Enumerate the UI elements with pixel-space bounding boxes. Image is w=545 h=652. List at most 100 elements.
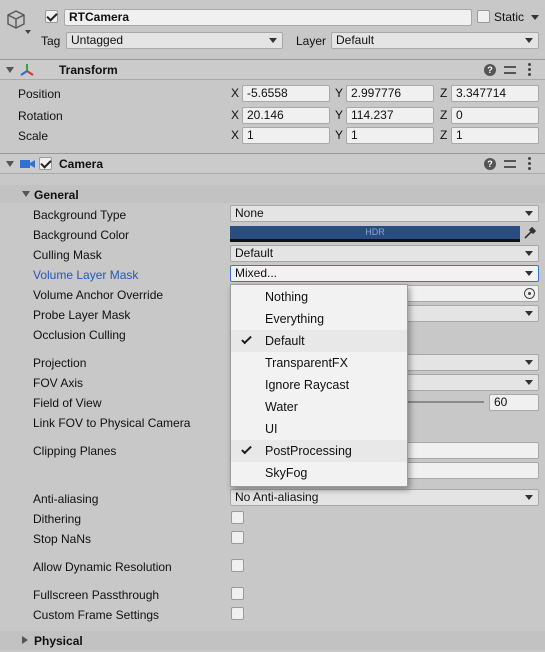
general-section-label: General (34, 188, 79, 202)
presets-icon[interactable] (504, 158, 516, 170)
scale-x-field[interactable]: 1 (242, 127, 330, 144)
scale-z-field[interactable]: 1 (451, 127, 539, 144)
menu-item-label: Ignore Raycast (265, 378, 350, 392)
anti-aliasing-value: No Anti-aliasing (235, 490, 319, 504)
rotation-y-field[interactable]: 114.237 (346, 107, 434, 124)
tag-label: Tag (41, 34, 61, 48)
menu-item-label: Nothing (265, 290, 309, 304)
chevron-down-icon (525, 211, 533, 216)
custom-frame-settings-label: Custom Frame Settings (33, 608, 160, 622)
object-name-field[interactable]: RTCamera (64, 9, 472, 26)
menu-item-nothing[interactable]: Nothing (231, 286, 407, 308)
kebab-menu-icon[interactable] (528, 63, 531, 78)
tag-value: Untagged (71, 33, 124, 47)
axis-z-label: Z (440, 108, 448, 122)
culling-mask-dropdown[interactable]: Default (230, 245, 539, 262)
axis-y-label: Y (335, 86, 344, 100)
eyedropper-icon[interactable] (523, 226, 537, 240)
object-picker-icon[interactable] (524, 288, 535, 299)
rotation-z-field[interactable]: 0 (451, 107, 539, 124)
background-type-value: None (235, 206, 264, 220)
general-section-bar[interactable] (0, 185, 545, 203)
axis-x-label: X (231, 108, 240, 122)
layer-value: Default (336, 33, 375, 47)
dithering-checkbox[interactable] (231, 511, 244, 524)
chevron-down-icon (525, 495, 533, 500)
culling-mask-label: Culling Mask (33, 248, 102, 262)
active-toggle[interactable] (45, 10, 58, 23)
help-icon[interactable]: ? (484, 64, 496, 76)
projection-dropdown[interactable] (406, 354, 539, 371)
occlusion-culling-label: Occlusion Culling (33, 328, 126, 342)
axis-x-label: X (231, 86, 240, 100)
dithering-label: Dithering (33, 512, 82, 526)
position-z-field[interactable]: 3.347714 (451, 85, 539, 102)
background-color-swatch[interactable]: HDR (230, 226, 520, 242)
projection-label: Projection (33, 356, 87, 370)
physical-section-label: Physical (34, 634, 83, 648)
kebab-menu-icon[interactable] (528, 157, 531, 172)
static-toggle[interactable] (477, 10, 490, 23)
position-y-field[interactable]: 2.997776 (346, 85, 434, 102)
field-of-view-field[interactable]: 60 (489, 394, 539, 411)
camera-enabled-toggle[interactable] (39, 157, 52, 170)
foldout-arrow-icon[interactable] (22, 191, 30, 197)
menu-item-water[interactable]: Water (231, 396, 407, 418)
camera-title: Camera (59, 157, 104, 171)
anti-aliasing-label: Anti-aliasing (33, 492, 99, 506)
help-icon[interactable]: ? (484, 158, 496, 170)
menu-item-postprocessing[interactable]: PostProcessing (231, 440, 407, 462)
volume-layer-mask-label: Volume Layer Mask (33, 268, 139, 282)
transform-icon (19, 62, 35, 78)
menu-item-ignore-raycast[interactable]: Ignore Raycast (231, 374, 407, 396)
checkmark-icon (241, 443, 252, 455)
volume-anchor-override-field[interactable] (406, 285, 539, 302)
rotation-x-field[interactable]: 20.146 (242, 107, 330, 124)
presets-icon[interactable] (504, 64, 516, 76)
stop-nans-label: Stop NaNs (33, 532, 92, 546)
fov-axis-label: FOV Axis (33, 376, 84, 390)
scale-y-field[interactable]: 1 (346, 127, 434, 144)
static-dropdown-arrow-icon[interactable] (531, 15, 539, 20)
field-of-view-slider-track[interactable] (406, 401, 484, 403)
clipping-near-field[interactable] (406, 442, 539, 459)
chevron-down-icon (525, 38, 533, 43)
chevron-down-icon (525, 271, 533, 276)
allow-dynamic-resolution-checkbox[interactable] (231, 559, 244, 572)
foldout-arrow-icon[interactable] (22, 636, 28, 644)
gameobject-icon[interactable] (5, 8, 31, 36)
background-color-label: Background Color (33, 228, 130, 242)
foldout-arrow-icon[interactable] (6, 67, 14, 73)
background-type-dropdown[interactable]: None (230, 205, 539, 222)
probe-layer-mask-dropdown[interactable] (406, 305, 539, 322)
layer-dropdown[interactable]: Default (331, 32, 539, 49)
menu-item-ui[interactable]: UI (231, 418, 407, 440)
layer-label: Layer (296, 34, 327, 48)
volume-layer-mask-dropdown[interactable]: Mixed... (230, 265, 539, 282)
custom-frame-settings-checkbox[interactable] (231, 607, 244, 620)
chevron-down-icon (525, 360, 533, 365)
foldout-arrow-icon[interactable] (6, 161, 14, 167)
clipping-planes-label: Clipping Planes (33, 444, 117, 458)
clipping-far-field[interactable] (406, 462, 539, 479)
menu-item-default[interactable]: Default (231, 330, 407, 352)
camera-icon (20, 158, 36, 170)
menu-item-label: SkyFog (265, 466, 308, 480)
stop-nans-checkbox[interactable] (231, 531, 244, 544)
hdr-label: HDR (365, 227, 385, 237)
anti-aliasing-dropdown[interactable]: No Anti-aliasing (230, 489, 539, 506)
tag-dropdown[interactable]: Untagged (66, 32, 283, 49)
menu-item-everything[interactable]: Everything (231, 308, 407, 330)
axis-z-label: Z (440, 86, 448, 100)
rotation-label: Rotation (18, 109, 63, 123)
checkmark-icon (241, 333, 252, 345)
link-fov-label: Link FOV to Physical Camera (33, 416, 191, 430)
menu-item-skyfog[interactable]: SkyFog (231, 462, 407, 484)
layer-mask-popup-menu: Nothing Everything Default TransparentFX… (230, 284, 408, 487)
menu-item-transparentfx[interactable]: TransparentFX (231, 352, 407, 374)
fov-axis-dropdown[interactable] (406, 374, 539, 391)
menu-item-label: Water (265, 400, 298, 414)
menu-item-label: Everything (265, 312, 325, 326)
position-x-field[interactable]: -5.6558 (242, 85, 330, 102)
fullscreen-passthrough-checkbox[interactable] (231, 587, 244, 600)
